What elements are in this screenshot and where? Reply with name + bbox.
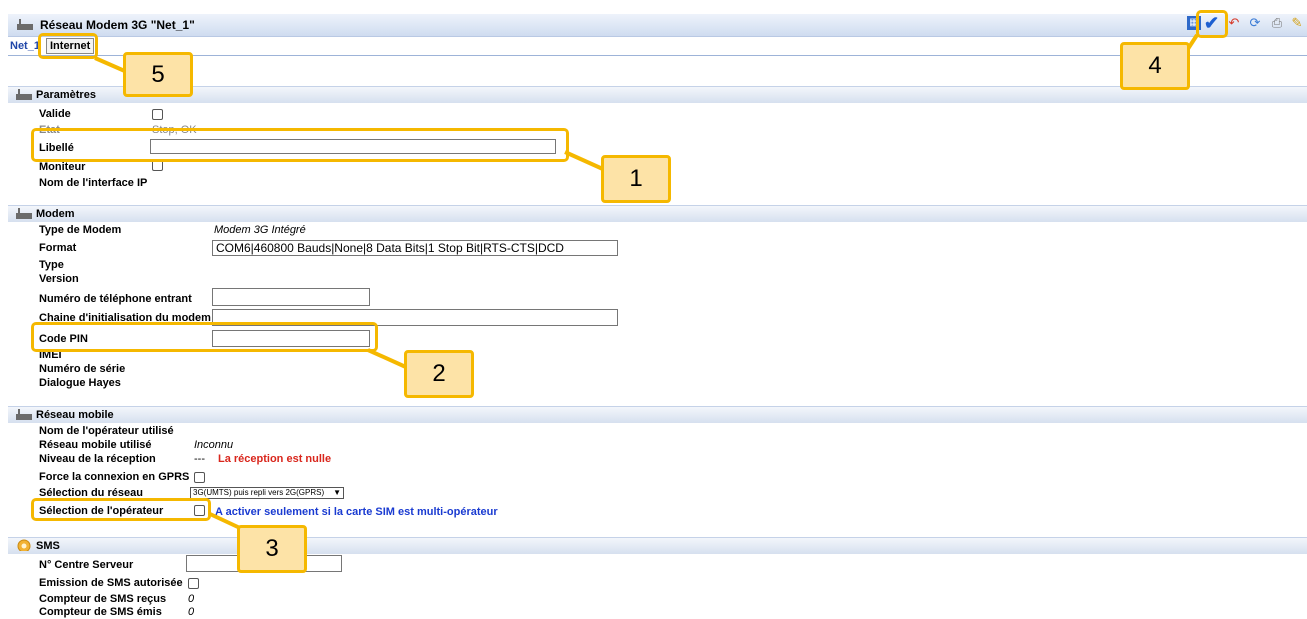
callout-badge-4: 4 <box>1120 42 1190 90</box>
callout-box-2 <box>31 322 378 352</box>
leader-line-3 <box>209 512 241 530</box>
callout-leaders <box>94 33 1199 530</box>
callout-box-4 <box>1196 10 1228 38</box>
leader-line-1 <box>564 150 606 172</box>
callout-box-5 <box>38 33 98 59</box>
leader-line-2 <box>367 348 409 370</box>
callout-badge-2: 2 <box>404 350 474 398</box>
callout-badge-1: 1 <box>601 155 671 203</box>
callout-badge-3: 3 <box>237 525 307 573</box>
callout-box-1 <box>31 128 569 162</box>
callout-box-3 <box>31 498 211 521</box>
callout-badge-5: 5 <box>123 52 193 97</box>
